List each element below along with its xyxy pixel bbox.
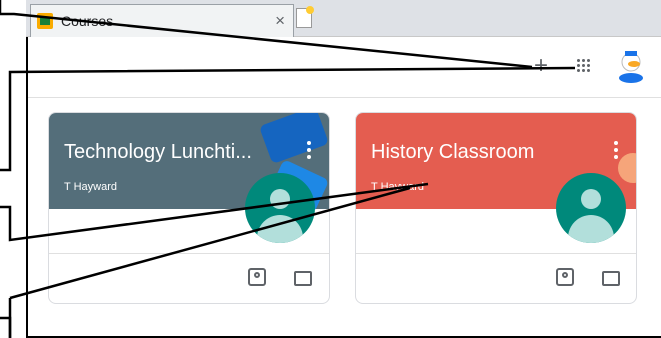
owner-avatar <box>245 173 315 243</box>
more-vert-icon[interactable] <box>307 141 311 159</box>
browser-tabbar: Courses × <box>26 0 661 37</box>
classroom-favicon-icon <box>37 13 53 29</box>
card-footer <box>356 253 636 303</box>
folder-icon[interactable] <box>294 271 312 286</box>
add-class-button[interactable]: + <box>534 52 548 80</box>
phone-illustration <box>258 113 329 165</box>
course-owner[interactable]: T Hayward <box>371 181 424 193</box>
folder-icon[interactable] <box>602 271 620 286</box>
tab-courses[interactable]: Courses × <box>30 4 294 37</box>
apps-grid-icon[interactable] <box>577 59 591 73</box>
app-header: + <box>28 38 661 98</box>
course-card[interactable]: Technology Lunchti... T Hayward <box>48 112 330 304</box>
course-title[interactable]: History Classroom <box>371 141 534 164</box>
course-title[interactable]: Technology Lunchti... <box>64 141 252 164</box>
course-card[interactable]: History Classroom T Hayward <box>355 112 637 304</box>
history-illustration <box>618 153 636 183</box>
student-work-icon[interactable] <box>556 268 574 286</box>
student-work-icon[interactable] <box>248 268 266 286</box>
account-avatar[interactable] <box>615 48 647 84</box>
more-vert-icon[interactable] <box>614 141 618 159</box>
owner-avatar <box>556 173 626 243</box>
course-owner[interactable]: T Hayward <box>64 181 117 193</box>
close-icon[interactable]: × <box>275 11 285 31</box>
tab-title: Courses <box>61 13 114 29</box>
new-tab-icon[interactable] <box>296 6 314 28</box>
card-footer <box>49 253 329 303</box>
